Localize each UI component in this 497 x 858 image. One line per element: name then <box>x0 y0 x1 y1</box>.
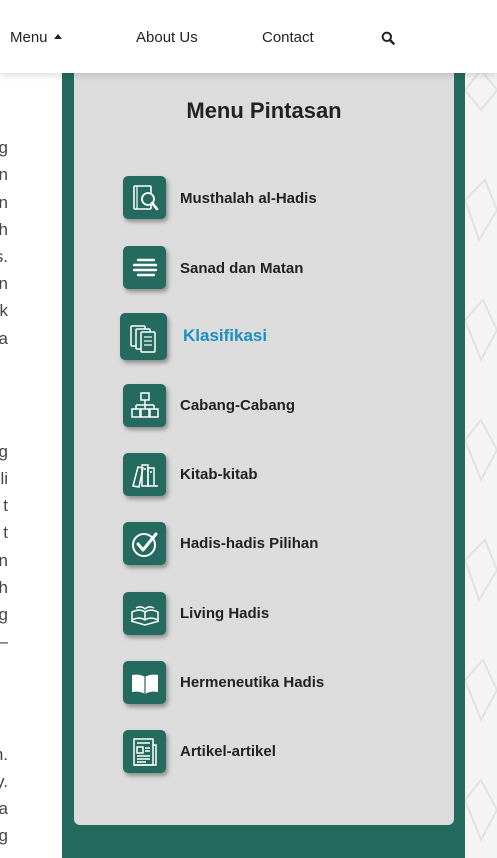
menu-item-label[interactable]: Musthalah al-Hadis <box>180 190 317 207</box>
nav-link-contact[interactable]: Contact <box>262 29 314 46</box>
open-book-icon <box>123 661 166 704</box>
nav-menu-dropdown[interactable]: Menu <box>10 29 62 46</box>
menu-item-hadis-hadis-pilihan[interactable]: Hadis-hadis Pilihan <box>0 522 497 572</box>
documents-icon <box>120 313 167 360</box>
article-fragment: a <box>0 799 8 818</box>
book-magnifier-icon <box>123 176 166 219</box>
menu-item-label[interactable]: Artikel-artikel <box>180 743 276 760</box>
menu-item-artikel-artikel[interactable]: Artikel-artikel <box>0 730 497 780</box>
menu-item-kitab-kitab[interactable]: Kitab-kitab <box>0 453 497 503</box>
menu-item-musthalah-al-hadis[interactable]: Musthalah al-Hadis <box>0 176 497 226</box>
book-stack-icon <box>123 592 166 635</box>
top-navbar: Menu About Us Contact <box>0 0 497 73</box>
newspaper-icon <box>123 730 166 773</box>
menu-item-label[interactable]: Hadis-hadis Pilihan <box>180 535 318 552</box>
menu-item-label-active[interactable]: Klasifikasi <box>183 326 267 346</box>
search-icon[interactable] <box>381 31 397 47</box>
article-fragment: g <box>0 826 8 845</box>
menu-item-label[interactable]: Hermeneutika Hadis <box>180 674 324 691</box>
menu-item-sanad-dan-matan[interactable]: Sanad dan Matan <box>0 246 497 296</box>
panel-title: Menu Pintasan <box>186 98 342 123</box>
menu-item-label[interactable]: Living Hadis <box>180 605 269 622</box>
menu-item-cabang-cabang[interactable]: Cabang-Cabang <box>0 384 497 434</box>
caret-up-icon <box>53 34 62 39</box>
menu-item-label[interactable]: Cabang-Cabang <box>180 397 295 414</box>
menu-item-label[interactable]: Kitab-kitab <box>180 466 258 483</box>
checkmark-icon <box>123 522 166 565</box>
menu-item-klasifikasi[interactable]: Klasifikasi <box>0 313 497 363</box>
menu-item-living-hadis[interactable]: Living Hadis <box>0 592 497 642</box>
books-icon <box>123 453 166 496</box>
lines-icon <box>123 246 166 289</box>
article-fragment: g <box>0 138 8 157</box>
menu-item-hermeneutika-hadis[interactable]: Hermeneutika Hadis <box>0 661 497 711</box>
nav-menu-label[interactable]: Menu <box>10 29 48 46</box>
menu-item-label[interactable]: Sanad dan Matan <box>180 260 303 277</box>
hierarchy-icon <box>123 384 166 427</box>
nav-link-about-us[interactable]: About Us <box>136 29 198 46</box>
